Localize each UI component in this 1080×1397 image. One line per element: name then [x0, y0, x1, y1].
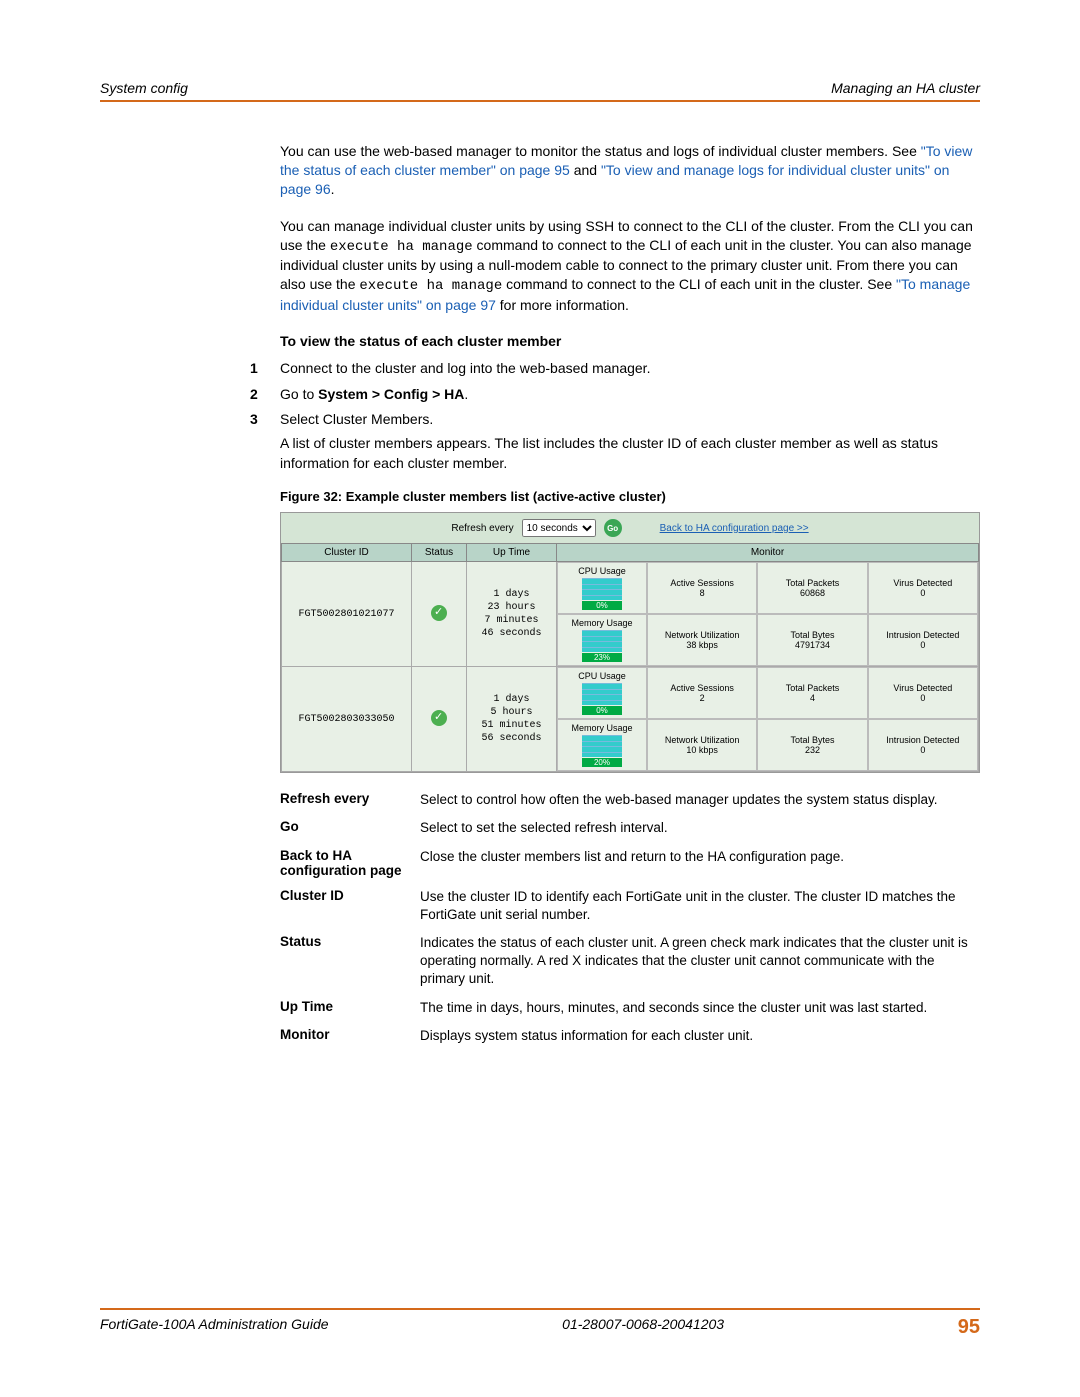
definition-term: Back to HA configuration page — [280, 848, 420, 878]
col-monitor: Monitor — [557, 544, 979, 562]
definition-desc: Select to control how often the web-base… — [420, 791, 980, 809]
definition-row: Cluster IDUse the cluster ID to identify… — [280, 888, 980, 924]
cell-status — [412, 562, 467, 667]
definitions: Refresh everySelect to control how often… — [280, 791, 980, 1045]
definition-desc: Use the cluster ID to identify each Fort… — [420, 888, 980, 924]
cell-uptime: 1 days5 hours51 minutes56 seconds — [467, 667, 557, 772]
step-text: Connect to the cluster and log into the … — [280, 359, 980, 379]
definition-desc: Close the cluster members list and retur… — [420, 848, 980, 878]
total-packets: Total Packets4 — [757, 667, 867, 719]
cli-command-1: execute ha manage — [330, 239, 473, 255]
step-text: Go to System > Config > HA. — [280, 385, 980, 405]
refresh-label: Refresh every — [451, 523, 513, 534]
definition-term: Cluster ID — [280, 888, 420, 924]
definition-desc: Select to set the selected refresh inter… — [420, 819, 980, 837]
virus-detected: Virus Detected0 — [868, 562, 978, 614]
definition-term: Go — [280, 819, 420, 837]
intrusion-detected: Intrusion Detected0 — [868, 719, 978, 771]
definition-row: Refresh everySelect to control how often… — [280, 791, 980, 809]
total-bytes: Total Bytes4791734 — [757, 614, 867, 666]
col-status: Status — [412, 544, 467, 562]
network-utilization: Network Utilization38 kbps — [647, 614, 757, 666]
cell-cluster-id: FGT5002803033050 — [282, 667, 412, 772]
paragraph-1: You can use the web-based manager to mon… — [280, 142, 980, 199]
section-heading: To view the status of each cluster membe… — [280, 333, 980, 349]
definition-term: Up Time — [280, 999, 420, 1017]
step-3: 3 Select Cluster Members. A list of clus… — [250, 410, 980, 473]
footer-center: 01-28007-0068-20041203 — [562, 1316, 724, 1339]
page-number: 95 — [958, 1316, 980, 1339]
definition-desc: Indicates the status of each cluster uni… — [420, 934, 980, 989]
page-header: System config Managing an HA cluster — [100, 80, 980, 96]
step-num: 3 — [250, 410, 280, 473]
table-header-row: Cluster ID Status Up Time Monitor — [282, 544, 979, 562]
back-to-ha-link[interactable]: Back to HA configuration page >> — [660, 523, 809, 534]
definition-term: Refresh every — [280, 791, 420, 809]
go-button[interactable]: Go — [604, 519, 622, 537]
table-row: FGT5002801021077 1 days23 hours7 minutes4… — [282, 562, 979, 667]
cell-monitor: CPU Usage0%Active Sessions2Total Packets… — [557, 667, 979, 772]
col-cluster-id: Cluster ID — [282, 544, 412, 562]
step-text: Select Cluster Members. A list of cluste… — [280, 410, 980, 473]
refresh-interval-select[interactable]: 10 seconds — [522, 519, 596, 537]
table-row: FGT5002803033050 1 days5 hours51 minutes5… — [282, 667, 979, 772]
active-sessions: Active Sessions8 — [647, 562, 757, 614]
intrusion-detected: Intrusion Detected0 — [868, 614, 978, 666]
active-sessions: Active Sessions2 — [647, 667, 757, 719]
status-ok-icon — [431, 605, 447, 621]
memory-usage-gauge: Memory Usage20% — [557, 719, 647, 771]
cell-uptime: 1 days23 hours7 minutes46 seconds — [467, 562, 557, 667]
step-num: 2 — [250, 385, 280, 405]
cell-monitor: CPU Usage0%Active Sessions8Total Packets… — [557, 562, 979, 667]
cell-cluster-id: FGT5002801021077 — [282, 562, 412, 667]
virus-detected: Virus Detected0 — [868, 667, 978, 719]
header-rule — [100, 100, 980, 102]
memory-usage-gauge: Memory Usage23% — [557, 614, 647, 666]
cpu-usage-gauge: CPU Usage0% — [557, 562, 647, 614]
cpu-usage-gauge: CPU Usage0% — [557, 667, 647, 719]
definition-desc: Displays system status information for e… — [420, 1027, 980, 1045]
step-num: 1 — [250, 359, 280, 379]
network-utilization: Network Utilization10 kbps — [647, 719, 757, 771]
paragraph-2: You can manage individual cluster units … — [280, 217, 980, 315]
definition-row: GoSelect to set the selected refresh int… — [280, 819, 980, 837]
definition-desc: The time in days, hours, minutes, and se… — [420, 999, 980, 1017]
definition-row: MonitorDisplays system status informatio… — [280, 1027, 980, 1045]
definition-term: Monitor — [280, 1027, 420, 1045]
cluster-table: Cluster ID Status Up Time Monitor FGT500… — [281, 543, 979, 772]
definition-row: StatusIndicates the status of each clust… — [280, 934, 980, 989]
cell-status — [412, 667, 467, 772]
figure-caption: Figure 32: Example cluster members list … — [280, 489, 980, 504]
col-uptime: Up Time — [467, 544, 557, 562]
step-1: 1 Connect to the cluster and log into th… — [250, 359, 980, 379]
header-left: System config — [100, 80, 188, 96]
screenshot-toolbar: Refresh every 10 seconds Go Back to HA c… — [281, 513, 979, 543]
footer-left: FortiGate-100A Administration Guide — [100, 1316, 329, 1339]
definition-row: Back to HA configuration pageClose the c… — [280, 848, 980, 878]
footer-rule — [100, 1308, 980, 1310]
total-bytes: Total Bytes232 — [757, 719, 867, 771]
cli-command-2: execute ha manage — [359, 278, 502, 294]
definition-term: Status — [280, 934, 420, 989]
definition-row: Up TimeThe time in days, hours, minutes,… — [280, 999, 980, 1017]
status-ok-icon — [431, 710, 447, 726]
step-2: 2 Go to System > Config > HA. — [250, 385, 980, 405]
header-right: Managing an HA cluster — [831, 80, 980, 96]
page-footer: FortiGate-100A Administration Guide 01-2… — [100, 1308, 980, 1339]
cluster-members-screenshot: Refresh every 10 seconds Go Back to HA c… — [280, 512, 980, 773]
total-packets: Total Packets60868 — [757, 562, 867, 614]
